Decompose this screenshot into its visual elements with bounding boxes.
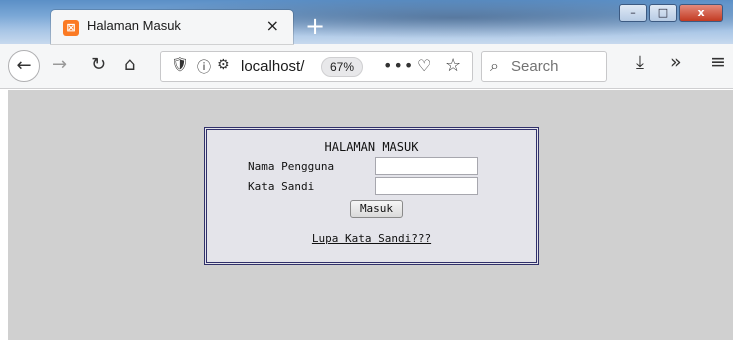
back-button[interactable]: ← [8, 50, 40, 82]
login-title: HALAMAN MASUK [324, 140, 419, 154]
password-input[interactable] [375, 177, 478, 195]
pocket-icon[interactable]: ♡ [417, 56, 431, 75]
search-box[interactable]: ⌕ Search [481, 51, 607, 82]
page-viewport: HALAMAN MASUK Nama Pengguna Kata Sandi M… [8, 90, 733, 340]
home-button[interactable]: ⌂ [124, 54, 135, 75]
tab-title: Halaman Masuk [87, 18, 181, 33]
forgot-password-link[interactable]: Lupa Kata Sandi??? [207, 232, 536, 245]
overflow-menu-icon[interactable]: » [670, 51, 682, 73]
permissions-icon[interactable]: ⚙ [217, 57, 230, 73]
tab-close-icon[interactable]: × [266, 16, 279, 35]
xampp-icon: ⊠ [63, 20, 79, 36]
zoom-level-badge[interactable]: 67% [321, 57, 363, 77]
tab-halaman-masuk[interactable]: ⊠ Halaman Masuk × [51, 10, 293, 44]
maximize-button[interactable]: □ [649, 4, 677, 22]
url-text[interactable]: localhost/ [241, 58, 317, 75]
bookmark-star-icon[interactable]: ☆ [445, 55, 461, 76]
close-window-button[interactable]: x [679, 4, 723, 22]
search-placeholder: Search [511, 58, 559, 75]
site-info-icon[interactable]: ⓘ [197, 57, 211, 77]
search-icon: ⌕ [490, 56, 499, 75]
login-submit-button[interactable]: Masuk [350, 200, 403, 218]
window-controls: – □ x [617, 4, 723, 22]
login-form: HALAMAN MASUK Nama Pengguna Kata Sandi M… [204, 127, 539, 265]
username-label: Nama Pengguna [248, 160, 335, 173]
password-label: Kata Sandi [248, 180, 315, 193]
download-icon[interactable]: ⤓ [636, 52, 644, 73]
navigation-toolbar: ← → ↻ ⌂ 🛡 ⓘ ⚙ localhost/ 67% ••• ♡ ☆ ⌕ S… [0, 44, 733, 89]
forward-button[interactable]: → [52, 54, 67, 75]
page-actions-icon[interactable]: ••• [383, 56, 414, 75]
reload-button[interactable]: ↻ [91, 54, 106, 75]
hamburger-menu-icon[interactable]: ≡ [710, 51, 726, 73]
new-tab-button[interactable]: + [305, 12, 325, 40]
tracking-shield-icon[interactable]: 🛡 [171, 57, 189, 73]
username-input[interactable] [375, 157, 478, 175]
address-bar[interactable]: 🛡 ⓘ ⚙ localhost/ 67% ••• ♡ ☆ [160, 51, 473, 82]
minimize-button[interactable]: – [619, 4, 647, 22]
viewport-edge [0, 90, 8, 340]
